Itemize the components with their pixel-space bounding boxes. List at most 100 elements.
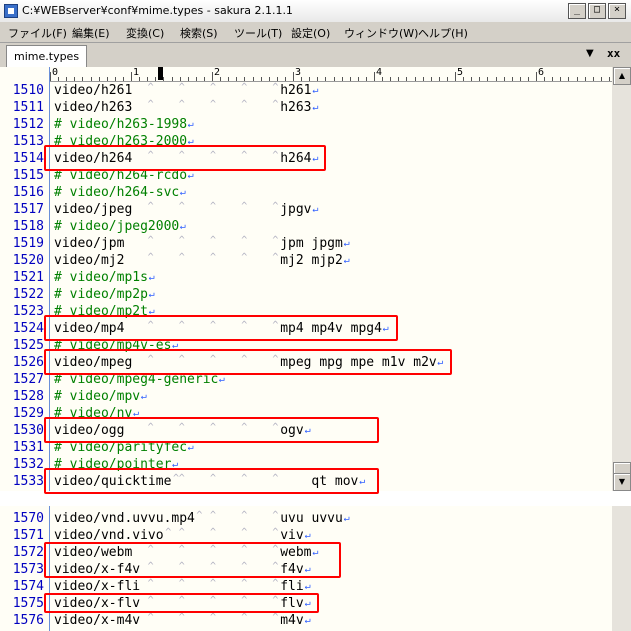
text-line[interactable]: 1570 video/vnd.uvvu.mp4 ^ ^ ^ ^ uvu uvvu ↵ [0,510,612,527]
mime-type: video/x-fli [54,579,141,594]
tab-mark: ^ [178,595,185,606]
tab-dropdown-icon[interactable]: ▼ [586,48,594,59]
text-line[interactable]: 1514 video/h264 ^ ^ ^ ^ ^ h264 ↵ [0,150,612,167]
tab-mark: ^ [241,561,248,572]
text-line[interactable]: 1513 # video/h263-2000 ↵ [0,133,612,150]
vertical-scrollbar[interactable]: ▲ ▼ [612,67,631,491]
tab-mark: ^ [241,422,248,433]
text-line[interactable]: 1517 video/jpeg ^ ^ ^ ^ ^ jpgv ↵ [0,201,612,218]
text-editor[interactable]: 0123456 1510 video/h261 ^ ^ ^ ^ ^ h261 ↵ 1511 vide… [0,67,631,491]
tab-mime-types[interactable]: mime.types [6,45,88,67]
comment-token: # video/nv [54,406,133,421]
tab-mark: ^ [178,422,185,433]
text-line[interactable]: 1571 video/vnd.vivo ^ ^ ^ ^ ^ viv ↵ [0,527,612,544]
tab-mark: ^ [147,544,154,555]
line-number: 1527 [12,372,44,387]
text-line[interactable]: 1531 # video/parityfec ↵ [0,439,612,456]
menu-file[interactable]: ファイル(F) [8,25,67,41]
text-line[interactable]: 1532 # video/pointer ↵ [0,456,612,473]
minimize-button[interactable]: _ [568,3,586,19]
text-line[interactable]: 1575 video/x-flv ^ ^ ^ ^ ^ flv ↵ [0,595,612,612]
text-line[interactable]: 1520 video/mj2 ^ ^ ^ ^ ^ mj2 mjp2 ↵ [0,252,612,269]
text-line[interactable]: 1572 video/webm ^ ^ ^ ^ ^ webm ↵ [0,544,612,561]
menu-window[interactable]: ウィンドウ(W) [344,25,418,41]
text-line[interactable]: 1511 video/h263 ^ ^ ^ ^ ^ h263 ↵ [0,99,612,116]
ruler-tick [536,72,537,81]
file-extensions: uvu uvvu [280,511,343,526]
eol-mark: ↵ [343,255,350,266]
comment-token: # video/h264-rcdo [54,168,188,183]
text-line[interactable]: 1519 video/jpm ^ ^ ^ ^ ^ jpm jpgm ↵ [0,235,612,252]
scroll-down-icon[interactable]: ▼ [613,473,631,491]
title-bar[interactable]: C:¥WEBserver¥conf¥mime.types - sakura 2.… [0,0,631,23]
ruler-tick [155,77,157,81]
tab-mark: ^ [165,527,172,538]
text-line[interactable]: 1521 # video/mp1s ↵ [0,269,612,286]
ruler-tick [317,77,319,81]
text-line[interactable]: 1518 # video/jpeg2000 ↵ [0,218,612,235]
text-line[interactable]: 1574 video/x-fli ^ ^ ^ ^ ^ fli ↵ [0,578,612,595]
ruler-number: 1 [133,67,140,78]
text-line[interactable]: 1526 video/mpeg ^ ^ ^ ^ ^ mpeg mpg mpe m1v m2v ↵ [0,354,612,371]
tab-mark: ^ [272,595,279,606]
menu-edit[interactable]: 編集(E) [72,25,110,41]
text-line[interactable]: 1512 # video/h263-1998 ↵ [0,116,612,133]
file-extensions: jpm jpgm [280,236,343,251]
menu-search[interactable]: 検索(S) [180,25,218,41]
tab-mark: ^ [147,252,154,263]
tab-mark: ^ [178,473,185,484]
text-line[interactable]: 1576 video/x-m4v ^ ^ ^ ^ ^ m4v ↵ [0,612,612,629]
text-line[interactable]: 1510 video/h261 ^ ^ ^ ^ ^ h261 ↵ [0,82,612,99]
text-line[interactable]: 1524 video/mp4 ^ ^ ^ ^ ^ mp4 mp4v mpg4 ↵ [0,320,612,337]
text-line[interactable]: 1528 # video/mpv ↵ [0,388,612,405]
eol-mark: ↵ [218,374,225,385]
text-line[interactable]: 1523 # video/mp2t ↵ [0,303,612,320]
tab-mark: ^ [178,201,185,212]
column-ruler: 0 1 2 3 4 5 6 [50,67,612,82]
file-extensions: webm [280,545,312,560]
text-line[interactable]: 1522 # video/mp2p ↵ [0,286,612,303]
ruler-tick [252,77,254,81]
text-line[interactable]: 1573 video/x-f4v ^ ^ ^ ^ ^ f4v ↵ [0,561,612,578]
tab-mark: ^ [210,320,217,331]
line-number: 1532 [12,457,44,472]
vertical-scrollbar[interactable] [612,506,631,631]
maximize-button[interactable]: □ [588,3,606,19]
ruler-tick [260,77,262,81]
line-number: 1533 [12,474,44,489]
text-line[interactable]: 1530 video/ogg ^ ^ ^ ^ ^ ogv ↵ [0,422,612,439]
menu-settings[interactable]: 設定(O) [291,25,330,41]
text-line[interactable]: 1527 # video/mpeg4-generic ↵ [0,371,612,388]
tab-close-icon[interactable]: xx [607,47,620,60]
tab-mark: ^ [241,510,248,521]
tab-mark: ^ [178,578,185,589]
close-button[interactable]: × [608,3,626,19]
text-line[interactable]: 1525 # video/mp4v-es ↵ [0,337,612,354]
tab-mark: ^ [210,252,217,263]
menu-tools[interactable]: ツール(T) [234,25,282,41]
ruler-tick [293,72,294,81]
ruler-tick [333,77,335,81]
tab-mark: ^ [147,320,154,331]
ruler-number: 6 [538,67,545,78]
eol-mark: ↵ [359,476,366,487]
text-line[interactable]: 1516 # video/h264-svc ↵ [0,184,612,201]
tab-mark: ^ [147,99,154,110]
menu-convert[interactable]: 変換(C) [126,25,164,41]
scroll-up-icon[interactable]: ▲ [613,67,631,85]
ruler-tick [309,77,311,81]
line-number: 1522 [12,287,44,302]
menu-help[interactable]: ヘルプ(H) [418,25,468,41]
ruler-tick [357,77,359,81]
ruler-tick [544,77,546,81]
tab-mark: ^ [210,544,217,555]
text-line[interactable]: 1533 video/quicktime ^ ^ ^ ^ ^ qt mov ↵ [0,473,612,490]
text-line[interactable]: 1515 # video/h264-rcdo ↵ [0,167,612,184]
mime-type: video/h261 [54,83,133,98]
line-number: 1570 [12,511,44,526]
file-extensions: ogv [280,423,304,438]
eol-mark: ↵ [304,564,311,575]
ruler-tick [341,77,343,81]
tab-bar: mime.types ▼ xx [0,43,631,67]
text-line[interactable]: 1529 # video/nv ↵ [0,405,612,422]
